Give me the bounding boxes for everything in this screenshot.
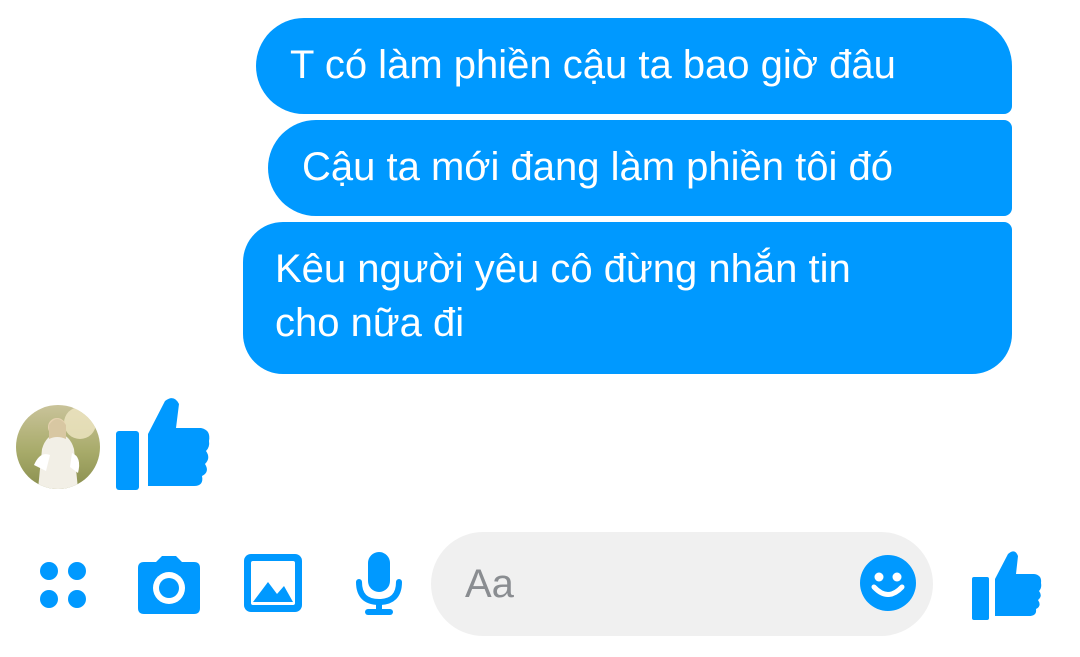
message-text: T có làm phiền cậu ta bao giờ đâu <box>290 43 896 87</box>
avatar[interactable] <box>16 405 100 489</box>
message-text: Cậu ta mới đang làm phiền tôi đó <box>302 145 894 189</box>
thumbs-up-icon <box>114 394 214 494</box>
emoji-icon[interactable] <box>859 554 917 612</box>
message-bubble[interactable]: Kêu người yêu cô đừng nhắn tin cho nữa đ… <box>243 222 1012 374</box>
message-bubble[interactable]: T có làm phiền cậu ta bao giờ đâu <box>256 18 1012 114</box>
message-bubble[interactable]: Cậu ta mới đang làm phiền tôi đó <box>268 120 1012 216</box>
microphone-icon[interactable] <box>355 552 403 616</box>
message-text-line: cho nữa đi <box>275 301 465 345</box>
thumbs-up-icon[interactable] <box>970 548 1044 622</box>
message-input-box[interactable] <box>431 532 933 636</box>
camera-icon[interactable] <box>138 556 200 614</box>
apps-icon[interactable] <box>38 560 90 612</box>
gallery-icon[interactable] <box>244 554 302 612</box>
message-text-line: Kêu người yêu cô đừng nhắn tin <box>275 247 851 291</box>
chat-screen: T có làm phiền cậu ta bao giờ đâu Cậu ta… <box>0 0 1080 657</box>
message-input[interactable] <box>463 558 847 610</box>
